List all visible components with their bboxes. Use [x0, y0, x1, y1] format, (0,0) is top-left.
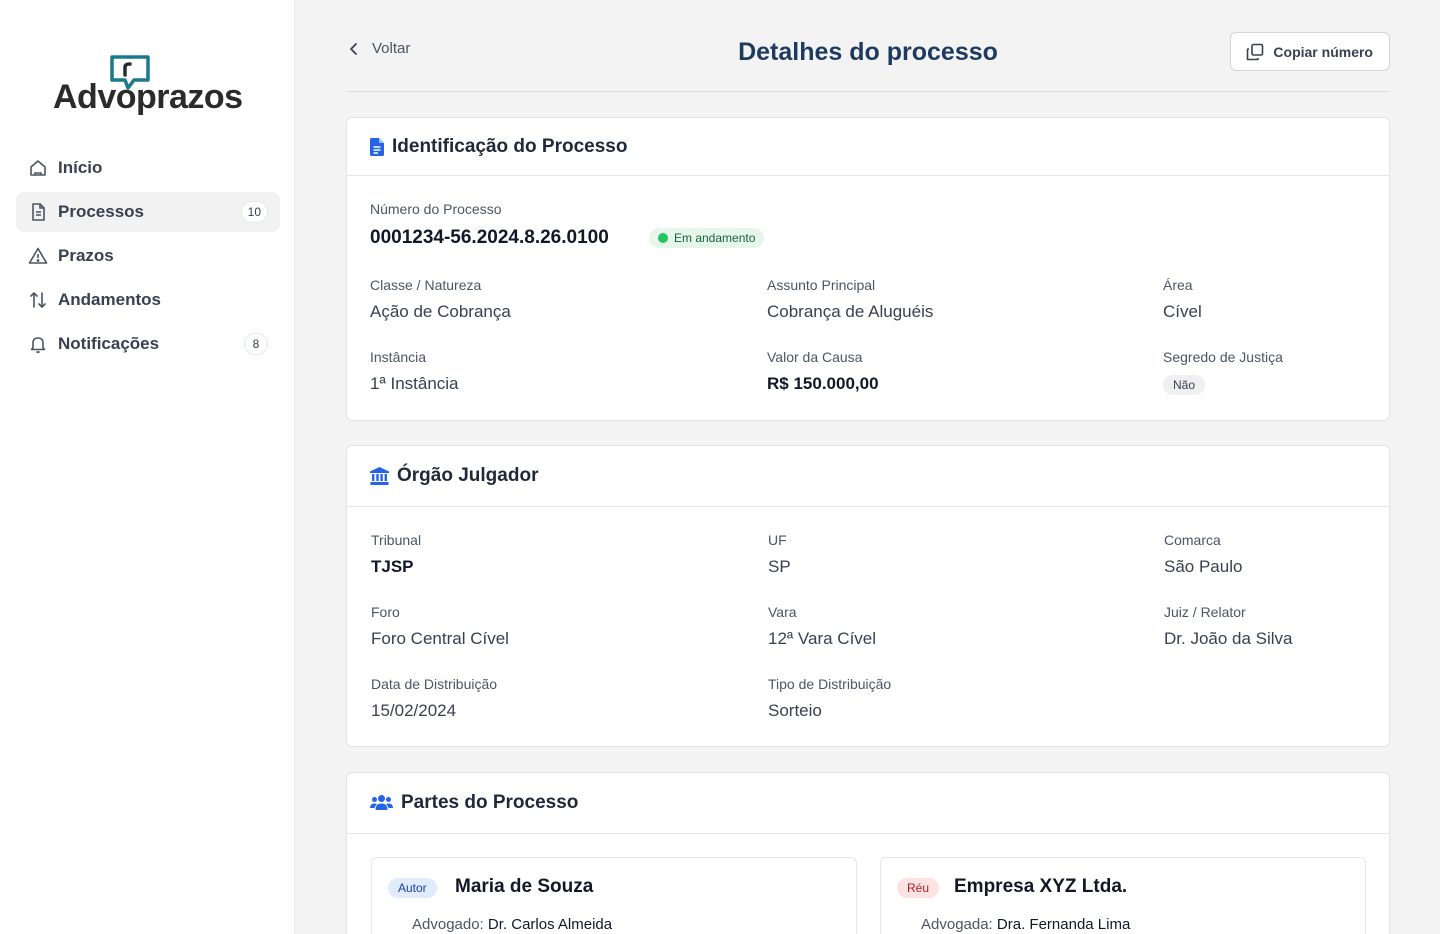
card-title: Partes do Processo [401, 792, 579, 813]
copy-icon [1247, 43, 1264, 60]
sidebar-item-processos[interactable]: Processos 10 [16, 192, 280, 232]
process-number-label: Número do Processo [370, 201, 502, 217]
document-icon [370, 137, 384, 156]
sidebar-nav: Início Processos 10 Prazos Andamentos No… [16, 148, 280, 368]
party-lawyer: Advogada: Dra. Fernanda Lima [921, 916, 1130, 933]
comarca-label: Comarca [1164, 532, 1221, 548]
sidebar-item-inicio[interactable]: Início [16, 148, 280, 188]
uf-label: UF [768, 532, 787, 548]
warning-icon [28, 246, 48, 266]
party-name: Empresa XYZ Ltda. [954, 876, 1128, 897]
courthouse-icon [370, 467, 389, 485]
role-badge: Autor [388, 878, 437, 898]
segredo-label: Segredo de Justiça [1163, 349, 1283, 365]
copy-number-button[interactable]: Copiar número [1230, 32, 1390, 71]
document-icon [28, 202, 48, 222]
instancia-value: 1ª Instância [370, 374, 459, 393]
area-label: Área [1163, 277, 1193, 293]
count-badge: 10 [240, 201, 268, 223]
party-lawyer: Advogado: Dr. Carlos Almeida [412, 916, 612, 933]
lawyer-label: Advogada: [921, 916, 993, 933]
classe-value: Ação de Cobrança [370, 302, 511, 321]
party-name: Maria de Souza [455, 876, 594, 897]
sidebar-item-label: Prazos [58, 246, 114, 265]
lawyer-name: Dra. Fernanda Lima [996, 916, 1131, 933]
court-card: Órgão Julgador Tribunal TJSP UF SP Comar… [346, 445, 1390, 747]
data-distribuicao-value: 15/02/2024 [371, 701, 457, 720]
role-badge: Réu [897, 878, 940, 898]
valor-value: R$ 150.000,00 [767, 374, 879, 393]
data-distribuicao-label: Data de Distribuição [371, 676, 498, 692]
sidebar: Advoprazos Início Processos 10 Prazos An… [0, 0, 295, 934]
tribunal-label: Tribunal [371, 532, 422, 548]
bell-icon [28, 334, 48, 354]
card-header: Partes do Processo [347, 773, 1389, 834]
sidebar-item-notificacoes[interactable]: Notificações 8 [16, 324, 280, 364]
tipo-distribuicao-value: Sorteio [768, 701, 822, 720]
party-card-autor[interactable]: Autor Maria de Souza Advogado: Dr. Carlo… [371, 857, 857, 934]
logo[interactable]: Advoprazos [53, 54, 253, 118]
logo-text: Advoprazos [53, 78, 243, 116]
segredo-badge: Não [1163, 375, 1206, 395]
status-dot-icon [658, 233, 668, 243]
status-label: Em andamento [674, 231, 756, 245]
lawyer-label: Advogado: [412, 916, 484, 933]
juiz-label: Juiz / Relator [1164, 604, 1246, 620]
parties-card: Partes do Processo Autor Maria de Souza … [346, 772, 1390, 934]
page-header: Voltar Detalhes do processo Copiar númer… [346, 30, 1390, 92]
instancia-label: Instância [370, 349, 427, 365]
tribunal-value: TJSP [371, 557, 414, 576]
status-badge: Em andamento [649, 228, 765, 248]
process-number: 0001234-56.2024.8.26.0100 [370, 227, 609, 248]
tipo-distribuicao-label: Tipo de Distribuição [768, 676, 892, 692]
sidebar-item-prazos[interactable]: Prazos [16, 236, 280, 276]
sidebar-item-andamentos[interactable]: Andamentos [16, 280, 280, 320]
party-card-reu[interactable]: Réu Empresa XYZ Ltda. Advogada: Dra. Fer… [880, 857, 1366, 934]
identification-card: Identificação do Processo Número do Proc… [346, 117, 1390, 421]
card-title: Identificação do Processo [392, 135, 628, 157]
count-badge: 8 [244, 333, 268, 355]
valor-label: Valor da Causa [767, 349, 863, 365]
vara-label: Vara [768, 604, 797, 620]
assunto-label: Assunto Principal [767, 277, 876, 293]
sidebar-item-label: Notificações [58, 334, 160, 353]
juiz-value: Dr. João da Silva [1164, 629, 1293, 648]
uf-value: SP [768, 557, 791, 576]
sidebar-item-label: Início [58, 158, 103, 177]
sidebar-item-label: Processos [58, 202, 144, 221]
area-value: Cível [1163, 302, 1202, 321]
copy-label: Copiar número [1273, 43, 1373, 60]
comarca-value: São Paulo [1164, 557, 1243, 576]
card-header: Órgão Julgador [347, 446, 1389, 507]
lawyer-name: Dr. Carlos Almeida [487, 916, 613, 933]
foro-value: Foro Central Cível [371, 629, 509, 648]
sidebar-item-label: Andamentos [58, 290, 161, 309]
vara-value: 12ª Vara Cível [768, 629, 877, 648]
arrows-updown-icon [28, 290, 48, 310]
home-icon [28, 158, 48, 178]
card-title: Órgão Julgador [397, 465, 539, 486]
foro-label: Foro [371, 604, 400, 620]
assunto-value: Cobrança de Aluguéis [767, 302, 934, 321]
card-header: Identificação do Processo [347, 118, 1389, 176]
users-icon [370, 795, 393, 810]
classe-label: Classe / Natureza [370, 277, 482, 293]
